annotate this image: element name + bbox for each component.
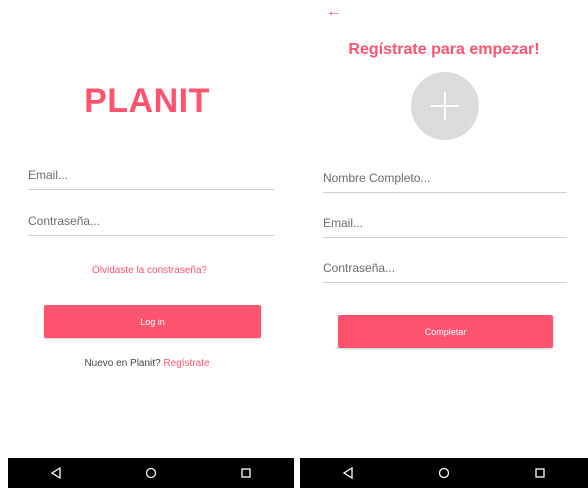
name-field-container bbox=[323, 166, 567, 193]
nav-home-icon[interactable] bbox=[141, 463, 161, 483]
nav-back-icon[interactable] bbox=[338, 463, 358, 483]
register-email-input[interactable] bbox=[323, 211, 567, 235]
android-navbar bbox=[8, 458, 294, 488]
add-photo-button[interactable] bbox=[411, 72, 479, 140]
android-navbar bbox=[300, 458, 588, 488]
nav-recents-icon[interactable] bbox=[530, 463, 550, 483]
new-user-text: Nuevo en Planit? bbox=[84, 358, 161, 369]
email-input[interactable] bbox=[28, 163, 274, 187]
nav-recents-icon[interactable] bbox=[236, 463, 256, 483]
full-name-input[interactable] bbox=[323, 166, 567, 190]
password-input[interactable] bbox=[28, 209, 274, 233]
forgot-password-link[interactable]: Olvidaste la constraseña? bbox=[92, 265, 207, 276]
password-field-container bbox=[28, 209, 274, 236]
register-password-field-container bbox=[323, 256, 567, 283]
signup-prompt: Nuevo en Planit? Regístrate bbox=[0, 358, 294, 369]
email-field-container bbox=[28, 163, 274, 190]
nav-back-icon[interactable] bbox=[46, 463, 66, 483]
login-button[interactable]: Log in bbox=[44, 305, 261, 338]
register-link[interactable]: Regístrate bbox=[163, 358, 209, 369]
complete-button[interactable]: Completar bbox=[338, 315, 553, 348]
register-email-field-container bbox=[323, 211, 567, 238]
register-password-input[interactable] bbox=[323, 256, 567, 280]
login-screen: PLANIT Olvidaste la constraseña? Log in … bbox=[0, 0, 294, 488]
nav-home-icon[interactable] bbox=[434, 463, 454, 483]
register-title: Regístrate para empezar! bbox=[348, 41, 540, 58]
register-screen: ← Regístrate para empezar! Completar bbox=[300, 0, 588, 488]
app-logo-text: PLANIT bbox=[84, 82, 210, 120]
back-arrow-icon[interactable]: ← bbox=[326, 4, 342, 20]
